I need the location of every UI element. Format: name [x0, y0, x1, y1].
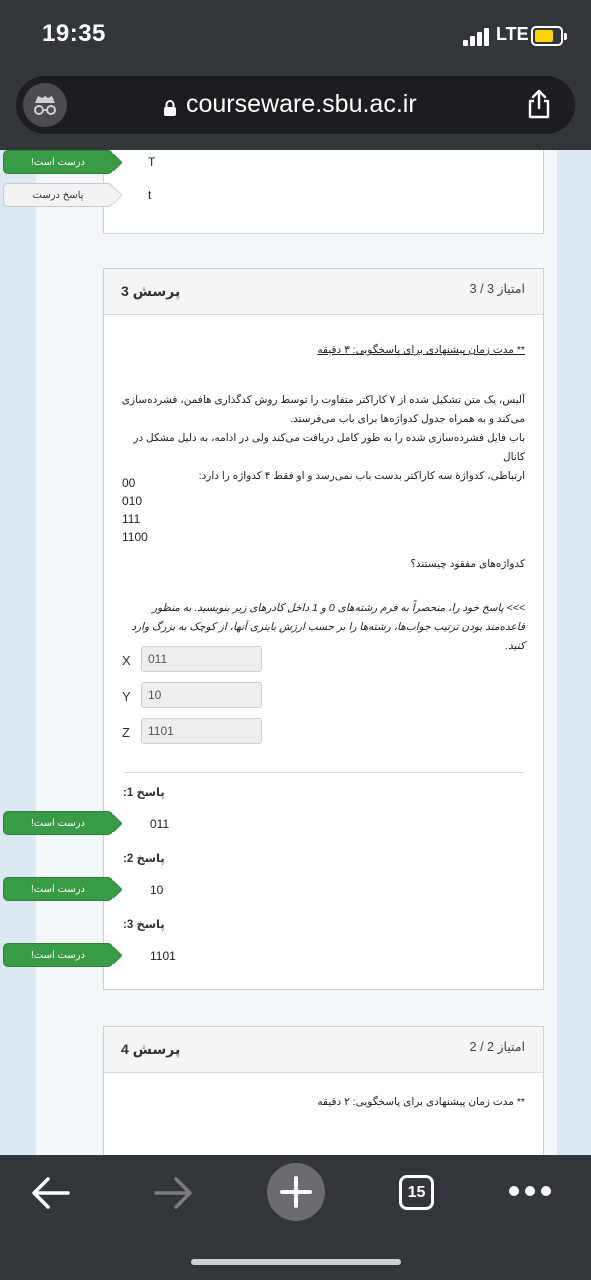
prev-question-card: [103, 150, 544, 234]
question-title: پرسش 3: [121, 283, 181, 299]
signal-icon: [463, 28, 493, 46]
url-field[interactable]: courseware.sbu.ac.ir: [16, 76, 575, 134]
question-card: پرسش 3 امتیاز 3 / 3 ** مدت زمان پیشنهادی…: [103, 268, 544, 990]
instruction-line: >>> پاسخ خود را، منحصراً به فرم رشته‌های…: [152, 602, 525, 614]
home-indicator[interactable]: [191, 1259, 401, 1265]
page-content: درست است! T پاسخ درست t پرسش 3 امتیاز 3 …: [0, 150, 591, 1155]
battery-icon: [531, 26, 567, 46]
status-time: 19:35: [42, 20, 106, 47]
field-label-z: Z: [122, 725, 130, 740]
suggested-time: ** مدت زمان پیشنهادی برای پاسخگویی: ۲ دق…: [317, 1096, 525, 1108]
tab-count-button[interactable]: 15: [399, 1175, 434, 1210]
browser-toolbar: 15: [0, 1155, 591, 1280]
correct-tag: درست است!: [3, 150, 113, 174]
codeword: 00: [122, 476, 136, 490]
forward-arrow-icon[interactable]: [152, 1175, 194, 1211]
field-label-y: Y: [122, 689, 131, 704]
share-icon[interactable]: [526, 88, 552, 120]
suggested-time: ** مدت زمان پیشنهادی برای پاسخگویی: ۳ دق…: [317, 344, 525, 356]
question-title: پرسش 4: [121, 1041, 181, 1057]
more-options-icon[interactable]: [508, 1185, 552, 1197]
answer-value: 10: [150, 883, 164, 897]
prev-answer-value: T: [148, 155, 156, 169]
question-line: ارتباطی، کدواژۀ سه کاراکتر بدست باب نمی‌…: [198, 470, 525, 482]
url-text[interactable]: courseware.sbu.ac.ir: [186, 90, 417, 119]
codeword: 010: [122, 494, 143, 508]
back-arrow-icon[interactable]: [30, 1175, 72, 1211]
answer-label: پاسخ 2:: [123, 853, 165, 865]
feedback-divider: [124, 772, 524, 773]
answer-input-z[interactable]: 1101: [141, 718, 262, 744]
status-bar: 19:35 LTE: [0, 0, 591, 72]
browser-address-bar: courseware.sbu.ac.ir: [0, 72, 591, 150]
plus-icon: [280, 1176, 312, 1208]
answer-input-y[interactable]: 10: [141, 682, 262, 708]
correct-tag: درست است!: [3, 811, 113, 835]
question-line: می‌کند و به همراه جدول کدواژه‌ها برای با…: [290, 413, 525, 425]
known-codewords: 00 010 111 1100: [122, 474, 148, 546]
answer-value: 1101: [150, 949, 176, 963]
question-card: پرسش 4 امتیاز 2 / 2 ** مدت زمان پیشنهادی…: [103, 1026, 544, 1155]
question-line: باب فایل فشرده‌سازی شده را به طور کامل د…: [133, 432, 525, 463]
right-answer-tag: پاسخ درست: [3, 183, 113, 207]
question-prompt: کدواژه‌های مفقود چیستند؟: [410, 558, 525, 570]
new-tab-button[interactable]: [267, 1163, 325, 1221]
question-score: امتیاز 3 / 3: [469, 282, 525, 296]
network-type: LTE: [496, 24, 529, 44]
answer-label: پاسخ 1:: [123, 787, 165, 799]
codeword: 1100: [122, 530, 148, 544]
right-answer-value: t: [148, 188, 152, 202]
answer-value: 011: [150, 817, 170, 831]
answer-input-x[interactable]: 011: [141, 646, 262, 672]
incognito-icon[interactable]: [23, 83, 67, 127]
correct-tag: درست است!: [3, 943, 113, 967]
question-header: پرسش 4 امتیاز 2 / 2: [104, 1027, 543, 1073]
question-line: آلیس، یک متن تشکیل شده از ۷ کاراکتر متفا…: [121, 394, 525, 406]
field-label-x: X: [122, 653, 131, 668]
question-header: پرسش 3 امتیاز 3 / 3: [104, 269, 543, 315]
question-score: امتیاز 2 / 2: [469, 1040, 525, 1054]
question-text: آلیس، یک متن تشکیل شده از ۷ کاراکتر متفا…: [115, 391, 525, 486]
codeword: 111: [122, 512, 141, 526]
answer-label: پاسخ 3:: [123, 919, 165, 931]
lock-icon: [164, 100, 176, 116]
correct-tag: درست است!: [3, 877, 113, 901]
